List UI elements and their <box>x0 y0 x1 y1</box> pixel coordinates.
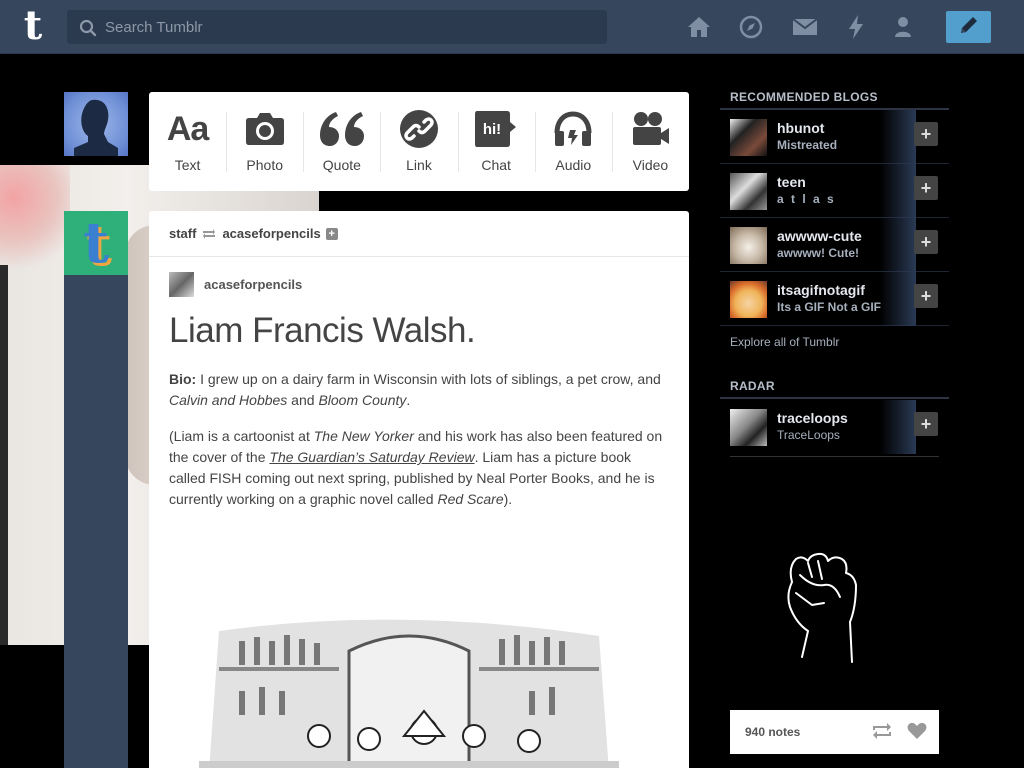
source-name[interactable]: acaseforpencils <box>204 277 302 292</box>
explore-link[interactable]: Explore all of Tumblr <box>730 335 839 349</box>
follow-button[interactable]: + <box>914 176 938 200</box>
blog-subtitle: Its a GIF Not a GIF <box>777 300 882 314</box>
blog-subtitle: Mistreated <box>777 138 838 152</box>
staff-avatar[interactable]: t <box>64 211 128 275</box>
mail-icon[interactable] <box>791 13 819 41</box>
blog-avatar[interactable] <box>730 281 767 318</box>
post-header: staff acaseforpencils + <box>149 211 689 257</box>
follow-button[interactable]: + <box>914 284 938 308</box>
guardian-link[interactable]: The Guardian’s Saturday Review <box>269 449 474 465</box>
post-type-label: Video <box>632 157 669 173</box>
radar-blog-item[interactable]: traceloops TraceLoops + <box>720 400 949 454</box>
blog-name[interactable]: traceloops <box>777 410 848 426</box>
camera-icon <box>245 107 285 151</box>
search-icon <box>79 19 97 42</box>
post-type-label: Audio <box>555 157 592 173</box>
dashboard-post: staff acaseforpencils + acaseforpencils … <box>149 211 689 768</box>
blog-name[interactable]: itsagifnotagif <box>777 282 865 298</box>
quote-icon <box>319 107 364 151</box>
post-body: Bio: I grew up on a dairy farm in Wiscon… <box>169 369 669 525</box>
post-type-label: Chat <box>481 157 511 173</box>
cartoon-image[interactable] <box>199 611 619 768</box>
search-box[interactable] <box>67 10 607 44</box>
blog-subtitle: awwww! Cute! <box>777 246 860 260</box>
recommended-blogs-heading: RECOMMENDED BLOGS <box>730 90 878 104</box>
compass-icon[interactable] <box>737 13 765 41</box>
follow-button[interactable]: + <box>914 230 938 254</box>
blog-subtitle: a t l a s <box>777 192 836 206</box>
post-type-label: Link <box>406 157 432 173</box>
blog-name[interactable]: teen <box>777 174 806 190</box>
follow-button[interactable]: + <box>914 122 938 146</box>
radar-notes-bar: 940 notes <box>730 710 939 754</box>
recommended-blog-item[interactable]: itsagifnotagif Its a GIF Not a GIF + <box>720 272 949 326</box>
recommended-blog-item[interactable]: awwww-cute awwww! Cute! + <box>720 218 949 272</box>
headphones-icon <box>553 107 593 151</box>
user-avatar[interactable] <box>64 92 128 156</box>
tumblr-logo[interactable]: t <box>16 6 50 46</box>
reblogger-name[interactable]: staff <box>169 226 196 241</box>
text-aa-icon: Aa <box>166 109 209 148</box>
radar-heading: RADAR <box>730 379 775 393</box>
post-type-label: Text <box>174 157 201 173</box>
blog-subtitle: TraceLoops <box>777 428 840 442</box>
radar-post-image[interactable] <box>730 456 939 708</box>
reblogged-from-name[interactable]: acaseforpencils <box>222 226 320 241</box>
blog-name[interactable]: hbunot <box>777 120 824 136</box>
heart-icon[interactable] <box>907 722 927 743</box>
lightning-icon[interactable] <box>842 13 870 41</box>
post-type-quote-button[interactable]: Quote <box>303 92 380 191</box>
post-type-photo-button[interactable]: Photo <box>226 92 303 191</box>
home-icon[interactable] <box>685 13 713 41</box>
link-icon <box>399 107 439 151</box>
source-avatar <box>169 272 194 297</box>
account-icon[interactable] <box>889 13 917 41</box>
post-type-bar: Aa Text Photo Quote Link hi! Chat Audio <box>149 92 689 191</box>
chat-badge-text: hi! <box>483 121 501 138</box>
recommended-blog-item[interactable]: hbunot Mistreated + <box>720 110 949 164</box>
divider <box>720 397 949 399</box>
bio-paragraph: Bio: I grew up on a dairy farm in Wiscon… <box>169 371 661 408</box>
follow-button[interactable]: + <box>914 412 938 436</box>
post-type-audio-button[interactable]: Audio <box>534 92 612 191</box>
post-type-chat-button[interactable]: hi! Chat <box>457 92 535 191</box>
blog-avatar[interactable] <box>730 119 767 156</box>
post-type-text-button[interactable]: Aa Text <box>149 92 226 191</box>
video-camera-icon <box>630 107 670 151</box>
reblog-icon[interactable] <box>871 722 893 743</box>
about-paragraph: (Liam is a cartoonist at The New Yorker … <box>169 428 663 507</box>
search-input[interactable] <box>105 10 595 44</box>
post-title: Liam Francis Walsh. <box>169 311 476 350</box>
chat-icon: hi! <box>475 107 517 151</box>
compose-button[interactable] <box>946 11 991 43</box>
follow-plus-icon[interactable]: + <box>325 227 338 240</box>
post-type-label: Photo <box>246 157 283 173</box>
blog-name[interactable]: awwww-cute <box>777 228 862 244</box>
reblog-icon <box>202 228 216 240</box>
post-type-link-button[interactable]: Link <box>380 92 457 191</box>
blog-avatar[interactable] <box>730 173 767 210</box>
post-type-label: Quote <box>322 157 361 173</box>
notes-count[interactable]: 940 notes <box>745 725 800 739</box>
blog-avatar[interactable] <box>730 409 767 446</box>
blog-avatar[interactable] <box>730 227 767 264</box>
recommended-blog-item[interactable]: teen a t l a s + <box>720 164 949 218</box>
avatar-rail <box>64 275 128 768</box>
pencil-icon <box>959 15 979 40</box>
top-navigation-bar: t <box>0 0 1024 54</box>
post-source[interactable]: acaseforpencils <box>169 272 302 297</box>
post-type-video-button[interactable]: Video <box>611 92 689 191</box>
